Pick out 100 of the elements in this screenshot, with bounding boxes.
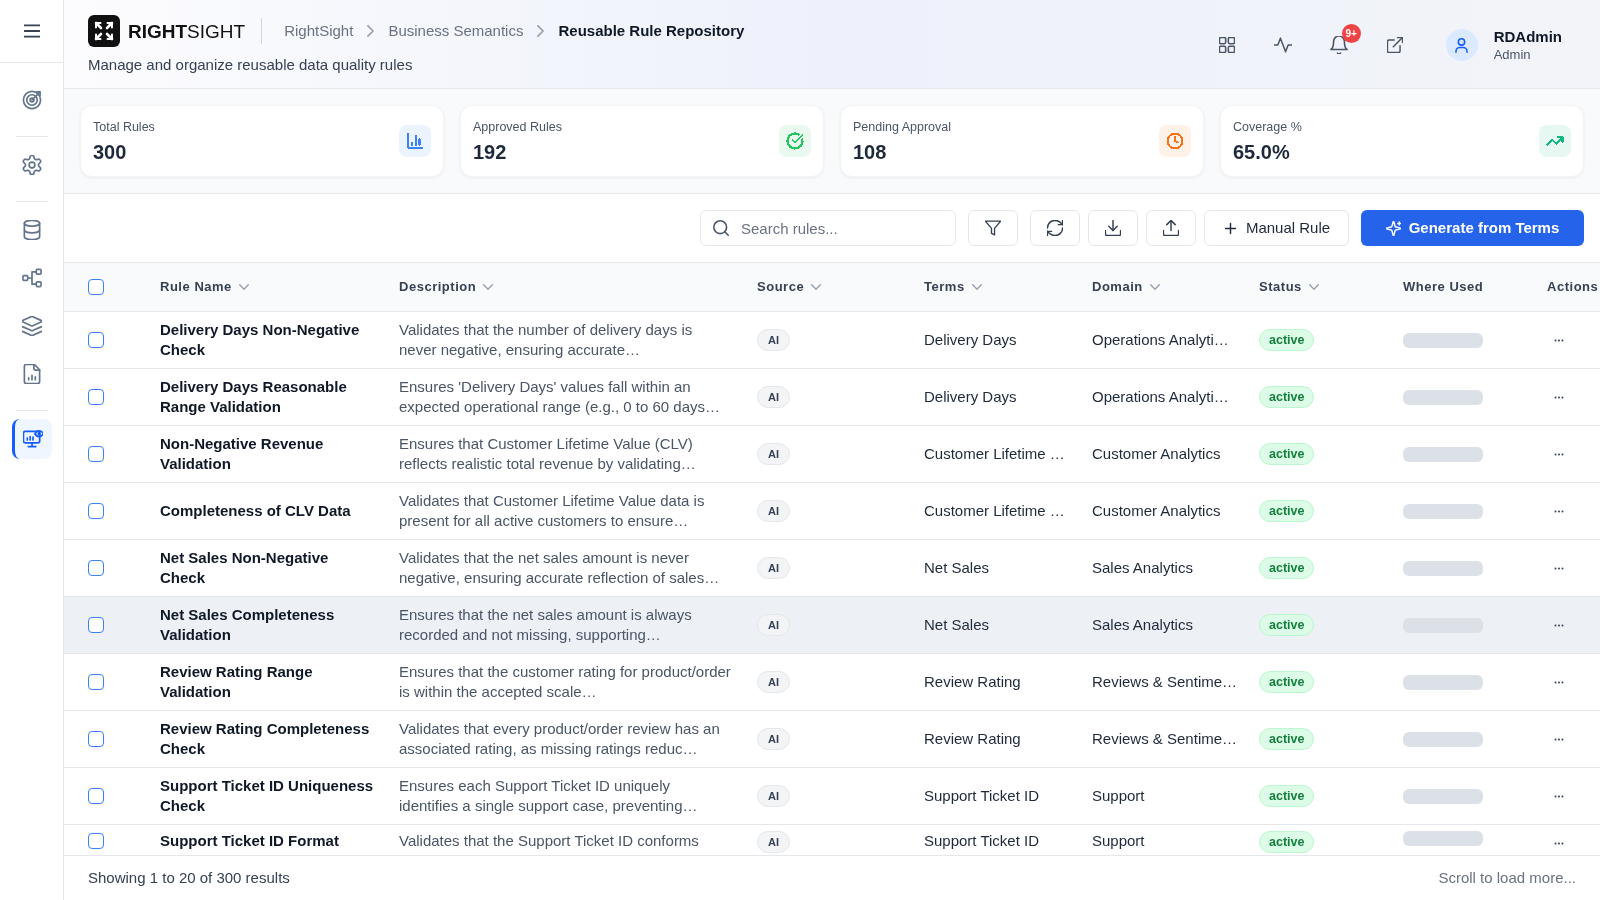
checkbox[interactable] (88, 560, 104, 576)
rule-name: Net Sales Completeness Validation (160, 605, 336, 645)
status-badge: active (1259, 671, 1315, 693)
chevron-right-icon (537, 25, 545, 37)
more-icon (1553, 452, 1565, 456)
checkbox[interactable] (88, 389, 104, 405)
term-text: Delivery Days (924, 387, 1018, 407)
chevron-down-icon (1149, 284, 1160, 290)
rule-name: Delivery Days Non-Negative Check (160, 320, 361, 360)
breadcrumb-current: Reusable Rule Repository (558, 20, 745, 41)
more-icon (1553, 395, 1565, 399)
more-icon (1553, 623, 1565, 627)
rule-description: Ensures 'Delivery Days' values fall within an expected operational range (e.g., 0 to 60 days… (399, 377, 722, 417)
breadcrumb-link[interactable]: Business Semantics (388, 19, 524, 43)
source-badge: AI (757, 443, 790, 465)
column-header[interactable]: Source (757, 277, 822, 297)
domain-text: Operations Analyti… (1092, 330, 1230, 350)
source-badge: AI (757, 728, 790, 750)
source-badge: AI (757, 671, 790, 693)
stat-value: 192 (473, 139, 508, 164)
filter-button[interactable] (968, 210, 1018, 246)
term-text: Support Ticket ID (924, 831, 1041, 851)
checkbox[interactable] (88, 674, 104, 690)
manual-rule-button[interactable]: Manual Rule (1204, 210, 1349, 246)
download-button[interactable] (1088, 210, 1138, 246)
bell-icon (1329, 36, 1348, 54)
status-badge: active (1259, 614, 1315, 636)
status-badge: active (1259, 557, 1315, 579)
target-icon (21, 90, 42, 110)
rule-description: Validates that the Support Ticket ID conforms (399, 831, 700, 851)
plus-icon (1222, 220, 1238, 236)
term-text: Support Ticket ID (924, 786, 1041, 806)
chevron-right-icon (367, 25, 375, 37)
sparkle-icon (1385, 220, 1401, 236)
stat-value: 108 (853, 139, 888, 164)
chevron-down-icon (238, 284, 249, 290)
checkbox[interactable] (88, 617, 104, 633)
external-link-icon (1386, 37, 1403, 53)
source-badge: AI (757, 831, 790, 853)
upload-button[interactable] (1146, 210, 1196, 246)
trending-up-icon (1539, 125, 1571, 157)
notification-badge: 9+ (1341, 24, 1361, 43)
filter-icon (985, 220, 1001, 236)
more-icon (1553, 566, 1565, 570)
stat-label: Total Rules (93, 118, 155, 135)
upload-icon (1163, 220, 1179, 236)
column-header[interactable]: Rule Name (160, 277, 249, 297)
rule-name: Support Ticket ID Format (160, 831, 340, 851)
column-header: Where Used (1403, 278, 1484, 297)
more-icon (1553, 841, 1565, 845)
domain-text: Support (1092, 831, 1146, 851)
rule-description: Validates that Customer Lifetime Value data is present for all active customers to ensure… (399, 491, 706, 531)
rule-name: Delivery Days Reasonable Range Validation (160, 377, 348, 417)
status-badge: active (1259, 785, 1315, 807)
term-text: Delivery Days (924, 330, 1018, 350)
rule-description: Ensures that Customer Lifetime Value (CLV) reflects realistic total revenue by validating… (399, 434, 697, 474)
breadcrumb-link[interactable]: RightSight (284, 19, 354, 43)
status-badge: active (1259, 329, 1315, 351)
sidebar-item[interactable] (11, 419, 52, 459)
user-avatar-icon (1445, 29, 1478, 61)
refresh-button[interactable] (1030, 210, 1080, 246)
column-header[interactable]: Terms (924, 277, 982, 297)
rule-description: Ensures that the customer rating for product/order is within the accepted scale… (399, 662, 732, 702)
checkbox[interactable] (88, 279, 104, 295)
search-field[interactable]: Search rules... (700, 210, 956, 246)
generate-button[interactable]: Generate from Terms (1361, 210, 1584, 246)
checkbox[interactable] (88, 503, 104, 519)
checkbox[interactable] (88, 731, 104, 747)
term-text: Net Sales (924, 615, 991, 635)
checkbox[interactable] (88, 833, 104, 849)
status-badge: active (1259, 500, 1315, 522)
rule-name: Review Rating Completeness Check (160, 719, 371, 759)
pulse-icon (1273, 37, 1292, 53)
load-more-hint: Scroll to load more... (1438, 867, 1576, 888)
rule-description: Ensures that the net sales amount is always recorded and not missing, supporting… (399, 605, 693, 645)
download-icon (1105, 220, 1121, 236)
bar-chart-icon (399, 125, 431, 157)
rule-name: Net Sales Non-Negative Check (160, 548, 330, 588)
chevron-down-icon (811, 284, 822, 290)
stat-label: Pending Approval (853, 118, 951, 135)
term-text: Net Sales (924, 558, 991, 578)
stat-label: Coverage % (1233, 118, 1302, 135)
more-icon (1553, 509, 1565, 513)
checkbox[interactable] (88, 788, 104, 804)
stat-label: Approved Rules (473, 118, 562, 135)
monitor-chart-icon (23, 429, 43, 449)
hierarchy-icon (21, 268, 42, 288)
user-role: Admin (1493, 47, 1532, 63)
source-badge: AI (757, 329, 790, 351)
checkbox[interactable] (88, 332, 104, 348)
checkbox[interactable] (88, 446, 104, 462)
gear-icon (21, 155, 42, 175)
column-header[interactable]: Status (1259, 277, 1319, 297)
rule-name: Review Rating Range Validation (160, 662, 314, 702)
column-header[interactable]: Domain (1092, 277, 1160, 297)
column-header[interactable]: Description (399, 277, 494, 297)
source-badge: AI (757, 386, 790, 408)
domain-text: Reviews & Sentime… (1092, 729, 1239, 749)
domain-text: Sales Analytics (1092, 615, 1194, 635)
report-icon (21, 364, 42, 384)
